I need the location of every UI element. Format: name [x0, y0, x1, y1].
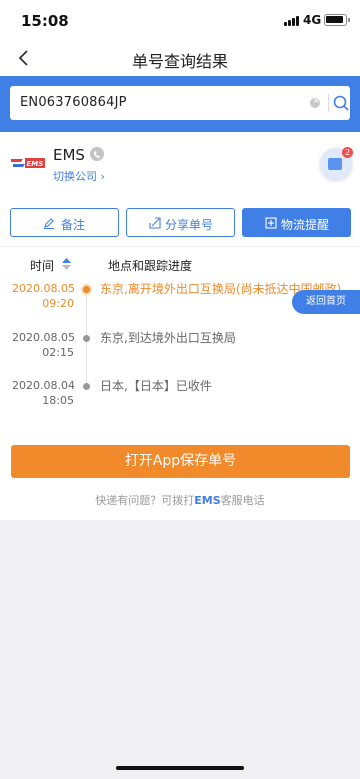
event-date: 2020.08.05 09:20 — [12, 282, 75, 310]
back-home-button[interactable]: 返回首页 — [292, 290, 360, 314]
tracking-number-value[interactable]: EN063760864JP — [20, 95, 127, 110]
event-description: 日本,【日本】已收件 — [100, 379, 212, 393]
status-time: 15:08 — [21, 12, 69, 30]
phone-icon[interactable] — [90, 147, 104, 161]
ems-logo-text: EMS — [27, 160, 44, 168]
clear-icon[interactable]: × — [310, 96, 320, 108]
courier-name: EMS — [53, 146, 85, 164]
pencil-icon — [44, 218, 54, 229]
float-menu-button[interactable]: 2 — [320, 147, 353, 180]
page: 15:08 4G 单号查询结果 EN063760864JP × EMS EMS — [0, 0, 360, 779]
event-description: 东京,到达境外出口互换局 — [100, 331, 236, 345]
search-input[interactable]: EN063760864JP × — [10, 86, 350, 120]
timeline-dot — [83, 335, 90, 342]
support-hint: 快递有问题？可拨打EMS客服电话 — [95, 494, 265, 507]
save-in-app-button[interactable]: 打开App保存单号 — [11, 445, 350, 478]
support-phone-link[interactable]: EMS — [194, 494, 220, 507]
note-label: 备注 — [61, 218, 86, 232]
signal-icon — [284, 16, 301, 26]
tracking-timeline: 时间 地点和跟踪进度 2020.08.05 09:20 东京,离开境外出口互换局(… — [0, 246, 360, 520]
share-button[interactable]: 分享单号 — [126, 208, 235, 237]
search-divider — [328, 94, 329, 112]
location-column-header: 地点和跟踪进度 — [108, 259, 193, 273]
action-bar: 备注 分享单号 物流提醒 — [0, 202, 360, 246]
share-label: 分享单号 — [165, 218, 214, 232]
timeline-dot — [83, 383, 90, 390]
search-icon[interactable] — [332, 94, 350, 112]
reminder-icon — [265, 217, 277, 229]
event-date: 2020.08.04 18:05 — [12, 379, 75, 407]
remind-label: 物流提醒 — [281, 218, 330, 232]
switch-company-link[interactable]: 切换公司 › — [53, 168, 105, 184]
time-column-header[interactable]: 时间 — [30, 257, 54, 274]
cards-icon — [328, 158, 342, 170]
courier-card: EMS EMS 切换公司 › 2 — [0, 132, 360, 202]
status-bar: 15:08 4G — [0, 0, 360, 40]
home-indicator[interactable] — [116, 766, 244, 770]
note-button[interactable]: 备注 — [10, 208, 119, 237]
network-label: 4G — [303, 13, 322, 27]
logistics-remind-button[interactable]: 物流提醒 — [242, 208, 351, 237]
page-title: 单号查询结果 — [131, 52, 228, 71]
share-icon — [149, 217, 161, 229]
notification-badge: 2 — [342, 147, 353, 158]
nav-bar: 单号查询结果 — [0, 40, 360, 76]
event-date: 2020.08.05 02:15 — [12, 331, 75, 359]
sort-icon[interactable] — [62, 258, 71, 270]
timeline-dot — [83, 286, 90, 293]
ems-logo: EMS — [11, 158, 45, 168]
battery-icon — [324, 14, 350, 26]
